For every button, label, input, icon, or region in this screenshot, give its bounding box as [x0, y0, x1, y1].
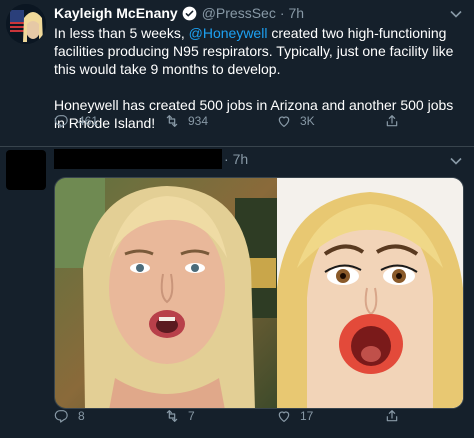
- author-handle[interactable]: @PressSec: [202, 5, 276, 21]
- like-icon: [278, 116, 290, 127]
- tweet-pressec[interactable]: Kayleigh McEnany @PressSec · 7h In less …: [0, 0, 474, 146]
- like-button[interactable]: 17: [276, 408, 313, 424]
- avatar-seal-icon: [6, 4, 46, 44]
- photo-left[interactable]: [55, 178, 277, 408]
- share-icon: [386, 410, 398, 422]
- reply-count: 461: [78, 114, 99, 128]
- retweet-count: 7: [188, 409, 195, 423]
- reply-icon: [54, 115, 68, 128]
- like-count: 17: [300, 409, 314, 423]
- verified-badge-icon: [182, 6, 197, 20]
- reply-count: 8: [78, 409, 85, 423]
- retweet-button[interactable]: 934: [164, 113, 208, 129]
- retweet-icon: [166, 410, 178, 422]
- reply-button[interactable]: 461: [54, 113, 98, 129]
- tweet-text-part: In less than 5 weeks,: [54, 25, 189, 41]
- reply-button[interactable]: 8: [54, 408, 85, 424]
- separator-dot: ·: [224, 151, 229, 167]
- tweet-header: Kayleigh McEnany @PressSec · 7h: [54, 5, 304, 21]
- media-attachment[interactable]: [54, 177, 464, 409]
- retweet-count: 934: [188, 114, 209, 128]
- timestamp[interactable]: 7h: [233, 151, 249, 167]
- photo-woman: [55, 178, 277, 408]
- author-name[interactable]: Kayleigh McEnany: [54, 5, 178, 21]
- share-button[interactable]: [384, 408, 408, 424]
- photo-doll: [277, 178, 463, 408]
- mention-link[interactable]: @Honeywell: [189, 25, 268, 41]
- redacted-author: [54, 149, 222, 169]
- share-icon: [386, 115, 398, 127]
- like-icon: [278, 411, 290, 422]
- chevron-down-icon[interactable]: [450, 157, 462, 165]
- like-count: 3K: [300, 114, 315, 128]
- avatar[interactable]: [6, 4, 46, 44]
- avatar-redacted[interactable]: [6, 150, 46, 190]
- timestamp[interactable]: 7h: [289, 5, 305, 21]
- chevron-down-icon[interactable]: [450, 10, 462, 18]
- tweet2-timestamp[interactable]: · 7h: [224, 151, 248, 167]
- retweet-icon: [166, 115, 178, 127]
- reply-icon: [54, 410, 68, 423]
- retweet-button[interactable]: 7: [164, 408, 195, 424]
- like-button[interactable]: 3K: [276, 113, 315, 129]
- photo-right[interactable]: [277, 178, 463, 408]
- separator-dot: ·: [279, 5, 285, 21]
- share-button[interactable]: [384, 113, 408, 129]
